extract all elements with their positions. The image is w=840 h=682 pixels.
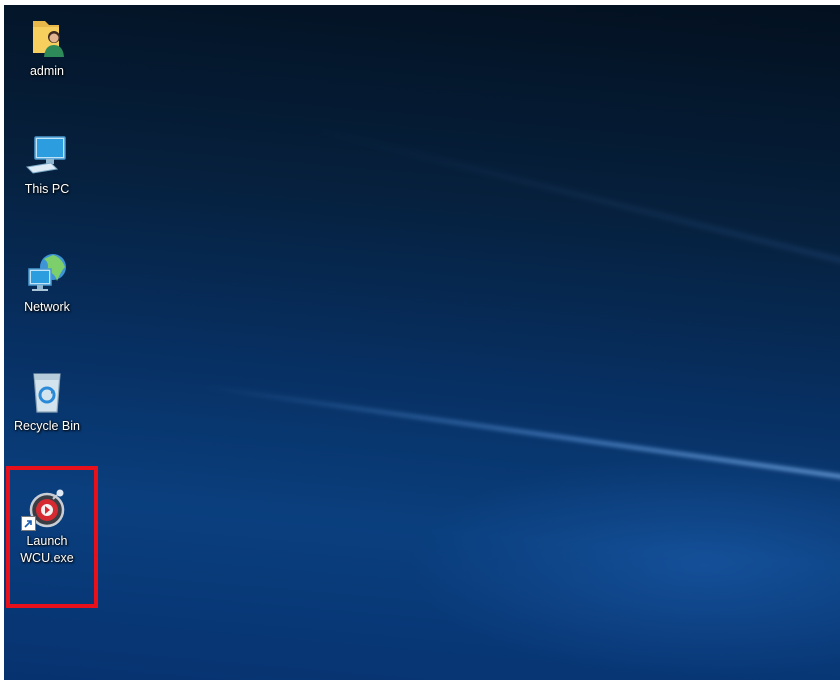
shortcut-arrow-icon bbox=[21, 516, 36, 531]
recycle-bin-icon bbox=[25, 370, 69, 414]
desktop-icon-label: Recycle Bin bbox=[14, 419, 80, 433]
desktop-icon-admin[interactable]: admin bbox=[4, 15, 90, 80]
wallpaper-light-ray bbox=[203, 385, 840, 495]
desktop-icon-label: Network bbox=[24, 300, 70, 314]
desktop-icon-this-pc[interactable]: This PC bbox=[4, 133, 90, 198]
user-folder-icon bbox=[25, 15, 69, 59]
desktop-icon-label: Launch WCU.exe bbox=[20, 534, 74, 565]
desktop-icon-label: admin bbox=[29, 64, 65, 78]
desktop-icon-label: This PC bbox=[24, 182, 70, 196]
computer-icon bbox=[25, 133, 69, 177]
desktop-icon-recycle-bin[interactable]: Recycle Bin bbox=[4, 370, 90, 435]
desktop-icon-launch-wcu[interactable]: Launch WCU.exe bbox=[4, 485, 90, 567]
desktop-icon-network[interactable]: Network bbox=[4, 251, 90, 316]
desktop: admin This PC Network Recycle Bin Launch… bbox=[4, 5, 840, 680]
wcu-app-icon bbox=[21, 485, 69, 531]
network-icon bbox=[25, 251, 69, 295]
wallpaper-light-ray bbox=[303, 125, 840, 298]
